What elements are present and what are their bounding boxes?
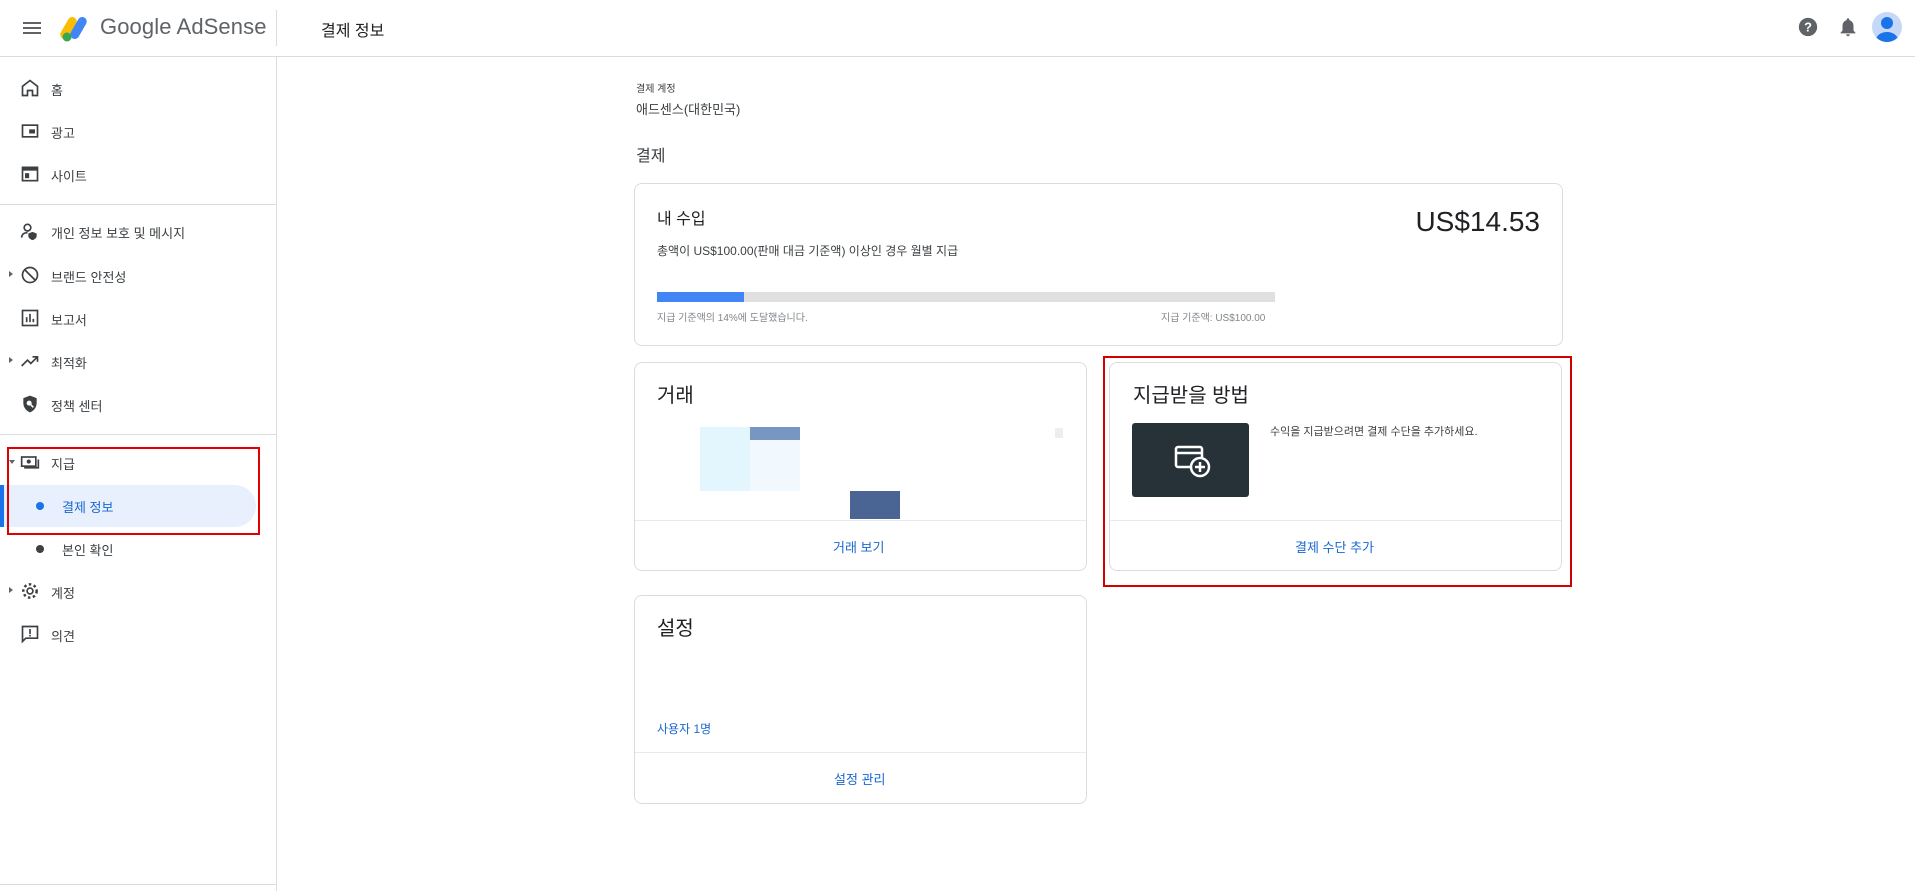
highlight-box-payment-method (1103, 356, 1572, 587)
sidebar-item-policy-center[interactable]: 정책 센터 (0, 384, 276, 424)
expand-caret-icon[interactable] (9, 271, 13, 277)
sidebar-item-reports[interactable]: 보고서 (0, 298, 276, 338)
bullet-icon (36, 545, 44, 553)
svg-text:?: ? (1804, 20, 1812, 35)
section-title: 결제 (636, 148, 666, 165)
progress-text: 지급 기준액의 14%에 도달했습니다. (657, 313, 808, 324)
payment-threshold-progress (657, 292, 1275, 302)
transactions-title: 거래 (657, 385, 694, 407)
sidebar-divider (0, 434, 276, 435)
view-transactions-link[interactable]: 거래 보기 (833, 537, 884, 556)
page-title: 결제 정보 (321, 23, 385, 40)
menu-icon[interactable] (20, 16, 44, 40)
sidebar-divider (0, 204, 276, 205)
threshold-text: 지급 기준액: US$100.00 (1161, 313, 1266, 324)
sidebar-item-label: 브랜드 안전성 (51, 270, 127, 285)
sidebar-item-optimization[interactable]: 최적화 (0, 341, 276, 381)
sidebar-item-label: 홈 (51, 83, 63, 98)
card-divider (635, 520, 1086, 521)
policy-icon (23, 395, 37, 413)
settings-users-link[interactable]: 사용자 1명 (657, 720, 711, 737)
sidebar-item-privacy[interactable]: 개인 정보 보호 및 메시지 (0, 211, 276, 251)
home-icon (21, 79, 39, 97)
account-avatar-icon (1876, 17, 1898, 42)
settings-title: 설정 (657, 618, 694, 640)
sidebar-item-feedback[interactable]: 의견 (0, 614, 276, 654)
brand-name: Google AdSense (100, 14, 267, 40)
sidebar-item-home[interactable]: 홈 (0, 68, 276, 108)
sidebar-item-label: 최적화 (51, 356, 87, 371)
earnings-amount: US$14.53 (1415, 206, 1540, 237)
sidebar-item-account[interactable]: 계정 (0, 571, 276, 611)
manage-settings-link[interactable]: 설정 관리 (834, 769, 885, 788)
earnings-description: 총액이 US$100.00(판매 대금 기준액) 이상인 경우 월별 지급 (657, 244, 959, 258)
sidebar-subitem-label: 본인 확인 (62, 543, 114, 558)
brand-google: Google (100, 14, 172, 39)
sidebar-item-label: 사이트 (51, 169, 87, 184)
sidebar-item-label: 보고서 (51, 313, 87, 328)
adsense-logo-icon (60, 17, 87, 42)
expand-caret-icon[interactable] (9, 587, 13, 593)
privacy-icon (20, 223, 37, 241)
card-divider (635, 752, 1086, 753)
earnings-title: 내 수입 (657, 211, 706, 228)
progress-fill (657, 292, 744, 302)
top-app-bar: Google AdSense 결제 정보 ? (0, 0, 1915, 57)
billing-account-value: 애드센스(대한민국) (636, 102, 741, 117)
sidebar-item-label: 의견 (51, 629, 75, 644)
billing-account-label: 결제 계정 (636, 84, 676, 95)
trending-up-icon (21, 356, 39, 367)
sidebar-item-label: 정책 센터 (51, 399, 103, 414)
sidebar-item-label: 광고 (51, 126, 75, 141)
sidebar-item-label: 계정 (51, 586, 75, 601)
help-icon[interactable]: ? (1797, 16, 1819, 38)
reports-icon (21, 309, 39, 327)
sidebar-item-sites[interactable]: 사이트 (0, 154, 276, 194)
header-divider (276, 10, 277, 46)
highlight-box-payments (7, 447, 260, 535)
sidebar-item-label: 개인 정보 보호 및 메시지 (51, 226, 186, 241)
block-icon (21, 266, 39, 284)
gear-icon (22, 583, 38, 599)
transactions-preview-graphic (700, 427, 1063, 519)
expand-caret-icon[interactable] (9, 357, 13, 363)
sidebar-item-ads[interactable]: 광고 (0, 111, 276, 151)
notifications-icon[interactable] (1837, 16, 1859, 38)
avatar[interactable] (1872, 12, 1902, 42)
ads-icon (21, 124, 39, 138)
sidebar-divider (0, 884, 276, 885)
feedback-icon (21, 625, 39, 644)
sidebar-item-brand-safety[interactable]: 브랜드 안전성 (0, 255, 276, 295)
sites-icon (21, 166, 39, 182)
brand-product: AdSense (176, 14, 267, 39)
